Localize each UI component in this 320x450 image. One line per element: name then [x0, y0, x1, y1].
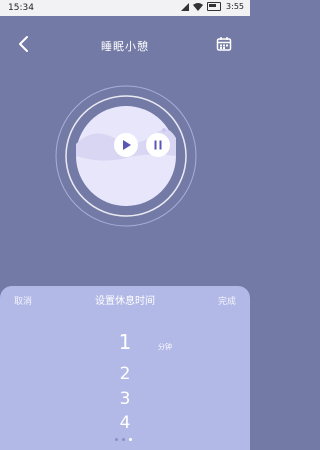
page-dot: [115, 438, 118, 441]
signal-icon: [181, 2, 190, 11]
pause-button[interactable]: [146, 133, 170, 157]
top-bar: 睡眠小憩: [0, 30, 250, 58]
battery-time: 3:55: [226, 2, 244, 11]
page-dot: [122, 438, 125, 441]
rest-time-sheet: 取消 设置休息时间 完成 1 2 3 4 分钟: [0, 286, 250, 450]
wifi-icon: [193, 2, 204, 11]
page-indicator: [115, 438, 132, 441]
calendar-icon[interactable]: [216, 36, 232, 52]
status-icons: 3:55: [181, 2, 244, 11]
status-bar: 15:34 3:55: [0, 0, 250, 16]
picker-option-selected[interactable]: 1: [0, 330, 250, 354]
picker-option[interactable]: 4: [0, 413, 250, 433]
picker-option[interactable]: 2: [0, 364, 250, 384]
page-dot-active: [129, 438, 132, 441]
play-button[interactable]: [114, 133, 138, 157]
unit-label: 分钟: [158, 343, 172, 351]
status-time: 15:34: [8, 3, 34, 13]
pause-icon: [154, 140, 162, 150]
battery-icon: [207, 2, 222, 11]
play-icon: [123, 140, 131, 150]
minutes-picker[interactable]: 1 2 3 4 分钟: [0, 286, 250, 450]
picker-option[interactable]: 3: [0, 389, 250, 409]
page-title: 睡眠小憩: [101, 40, 149, 53]
